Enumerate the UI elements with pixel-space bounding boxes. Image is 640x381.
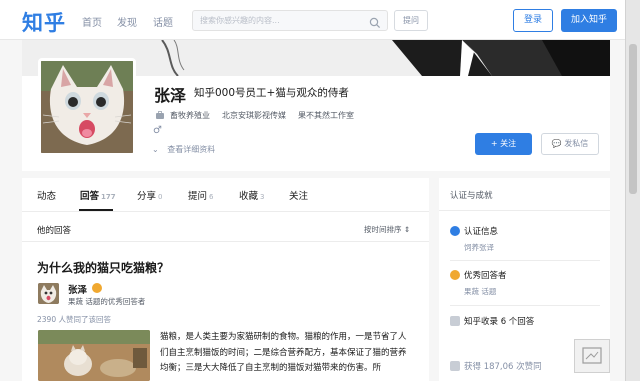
- login-button[interactable]: 登录: [513, 9, 553, 32]
- send-message-label: 发私信: [564, 139, 589, 148]
- zhihu-logo[interactable]: 知乎: [22, 7, 66, 37]
- profile-headline: 知乎000号员工+猫与观众的侍者: [194, 87, 349, 99]
- achievements-title: 认证与成就: [450, 191, 493, 201]
- thumbs-up-icon: [450, 361, 460, 371]
- tab-collections[interactable]: 收藏 3: [239, 188, 264, 202]
- tab-shares[interactable]: 分享 0: [137, 188, 162, 202]
- verify-info-sub: 饲养张译: [464, 243, 494, 252]
- tab-questions-count: 6: [209, 193, 214, 201]
- search-placeholder: 搜索你感兴趣的内容...: [200, 16, 280, 25]
- profile-name: 张泽: [154, 86, 187, 105]
- excellent-answerer-icon: [450, 270, 460, 280]
- more-info-link[interactable]: ⌄ 查看详细资料: [152, 144, 215, 155]
- chat-bubble-icon: 💬: [551, 139, 562, 148]
- profile-company: 北京安琪影视传媒: [222, 111, 286, 120]
- answer-author-avatar[interactable]: [38, 283, 59, 304]
- excellent-answerer-badge-icon: [92, 283, 102, 293]
- chevron-down-icon: ⌄: [152, 145, 159, 154]
- scrollbar-thumb[interactable]: [629, 44, 637, 194]
- profile-avatar[interactable]: [38, 58, 136, 156]
- answer-excerpt[interactable]: 猫粮，是人类主要为家猫研制的食物。猫粮的作用，一是节省了人们自主烹制猫饭的时间；…: [160, 330, 410, 377]
- nav-link-explore[interactable]: 发现: [117, 14, 137, 29]
- answers-section-title: 他的回答: [37, 226, 72, 236]
- excellent-answerer-title: 优秀回答者: [464, 271, 507, 281]
- tab-shares-count: 0: [158, 193, 163, 201]
- tab-questions[interactable]: 提问 6: [188, 188, 213, 202]
- tabs-divider: [22, 211, 429, 212]
- collected-icon: [450, 316, 460, 326]
- section-divider: [22, 241, 429, 242]
- top-navigation-bar: 知乎 首页 发现 话题 搜索你感兴趣的内容... 提问 登录 加入知乎: [0, 0, 640, 40]
- vote-count: 2390 人赞同了该回答: [37, 315, 111, 324]
- sidebar-item-divider: [450, 305, 600, 306]
- tab-following[interactable]: 关注: [289, 188, 308, 202]
- vertical-scrollbar[interactable]: [625, 0, 640, 381]
- nav-link-home[interactable]: 首页: [82, 14, 102, 29]
- verified-icon: [450, 226, 460, 236]
- join-zhihu-button[interactable]: 加入知乎: [561, 9, 617, 32]
- briefcase-icon: [155, 110, 165, 122]
- tab-activity[interactable]: 动态: [37, 188, 56, 202]
- more-info-label: 查看详细资料: [167, 145, 216, 154]
- sort-dropdown[interactable]: 按时间排序 ⇕: [364, 224, 410, 235]
- zhihu-profile-page: 知乎 首页 发现 话题 搜索你感兴趣的内容... 提问 登录 加入知乎 张泽 知…: [0, 0, 640, 381]
- answer-author-name[interactable]: 张泽: [68, 282, 87, 296]
- excellent-answerer-topic[interactable]: 果蔬 话题: [464, 286, 496, 297]
- answer-author-bio: 果蔬 话题的优秀回答者: [68, 297, 146, 306]
- search-icon[interactable]: [369, 14, 381, 33]
- likes-received: 获得 187,06 次赞同: [464, 362, 542, 372]
- follow-button[interactable]: + 关注: [475, 133, 532, 155]
- send-message-button[interactable]: 💬 发私信: [541, 133, 599, 155]
- nav-link-topics[interactable]: 话题: [153, 14, 173, 29]
- sort-label: 按时间排序: [364, 225, 402, 234]
- question-title[interactable]: 为什么我的猫只吃猫粮？: [37, 259, 169, 276]
- profile-studio: 果不其然工作室: [298, 111, 354, 120]
- verify-info-title: 认证信息: [464, 227, 499, 237]
- collected-answers[interactable]: 知乎收录 6 个回答: [464, 315, 534, 327]
- ask-question-button[interactable]: 提问: [394, 10, 428, 31]
- tab-answers[interactable]: 回答 177: [80, 188, 116, 202]
- sort-toggle-icon: ⇕: [403, 225, 411, 234]
- search-input[interactable]: 搜索你感兴趣的内容...: [192, 10, 388, 31]
- tab-collections-count: 3: [260, 193, 265, 201]
- sidebar-item-divider: [450, 260, 600, 261]
- answer-thumbnail[interactable]: [38, 330, 150, 381]
- sidebar-divider: [439, 210, 610, 211]
- male-icon: ♂: [153, 125, 162, 136]
- tab-answers-count: 177: [101, 193, 116, 201]
- watermark-logo: [574, 339, 610, 373]
- profile-industry: 畜牧养殖业: [170, 111, 210, 120]
